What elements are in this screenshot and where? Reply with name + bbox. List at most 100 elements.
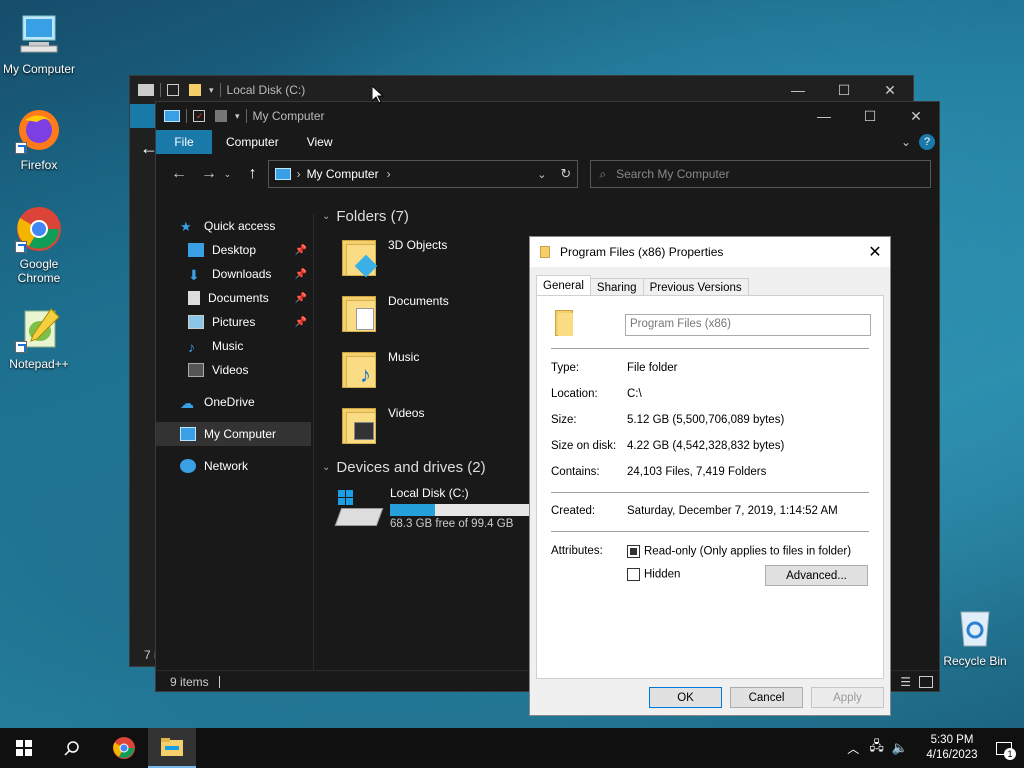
folder-icon[interactable] bbox=[189, 84, 201, 96]
hidden-checkbox[interactable]: Hidden bbox=[627, 568, 680, 581]
pin-icon[interactable]: 📌 bbox=[295, 293, 307, 304]
type-value: File folder bbox=[627, 362, 678, 374]
tab-file[interactable]: File bbox=[156, 130, 212, 154]
title-bar[interactable]: ▾ Local Disk (C:) — ☐ ✕ bbox=[130, 76, 913, 104]
details-view-icon[interactable]: ☰ bbox=[900, 675, 911, 689]
drive-usage-bar bbox=[390, 504, 534, 516]
start-button[interactable] bbox=[0, 728, 48, 768]
cloud-icon: ☁ bbox=[180, 395, 194, 411]
folder-item[interactable]: 3D Objects bbox=[340, 238, 447, 278]
search-icon: ⌕ bbox=[599, 166, 607, 181]
nav-quick-access[interactable]: ★ Quick access bbox=[156, 214, 313, 238]
chevron-down-icon[interactable]: ▾ bbox=[209, 85, 214, 96]
forward-arrow-icon[interactable]: → bbox=[194, 165, 224, 183]
new-folder-icon[interactable] bbox=[215, 110, 227, 122]
tab-computer[interactable]: Computer bbox=[212, 130, 293, 154]
nav-downloads[interactable]: ⬇ Downloads 📌 bbox=[156, 262, 313, 286]
nav-music[interactable]: ♪ Music bbox=[156, 334, 313, 358]
tab-view[interactable]: View bbox=[293, 130, 347, 154]
nav-network[interactable]: Network bbox=[156, 454, 313, 478]
desktop-icon-label: Google Chrome bbox=[17, 257, 61, 285]
pin-icon[interactable]: 📌 bbox=[295, 245, 307, 256]
clock[interactable]: 5:30 PM 4/16/2023 bbox=[920, 733, 984, 763]
mouse-cursor-icon bbox=[371, 84, 385, 107]
chrome-icon bbox=[113, 737, 135, 759]
breadcrumb-my-computer[interactable]: My Computer bbox=[307, 167, 379, 181]
chevron-down-icon: ⌄ bbox=[322, 211, 331, 222]
large-icons-view-icon[interactable] bbox=[919, 675, 933, 688]
nav-pictures[interactable]: Pictures 📌 bbox=[156, 310, 313, 334]
computer-icon bbox=[274, 168, 291, 180]
action-center-button[interactable]: 1 bbox=[984, 728, 1024, 768]
address-dropdown-icon[interactable]: ⌄ bbox=[537, 168, 546, 181]
computer-icon bbox=[15, 10, 63, 58]
desktop-icon-firefox[interactable]: Firefox bbox=[1, 106, 77, 172]
devices-header[interactable]: ⌄ Devices and drives (2) bbox=[322, 459, 486, 476]
pin-icon[interactable]: 📌 bbox=[295, 317, 307, 328]
chevron-down-icon: ⌄ bbox=[322, 462, 331, 473]
search-placeholder: Search My Computer bbox=[616, 167, 730, 181]
search-button[interactable] bbox=[48, 728, 96, 768]
contains-value: 24,103 Files, 7,419 Folders bbox=[627, 466, 767, 478]
apply-button[interactable]: Apply bbox=[811, 687, 884, 708]
folder-name-field[interactable]: Program Files (x86) bbox=[625, 314, 871, 336]
back-arrow-icon[interactable]: ← bbox=[164, 165, 194, 183]
minimize-button[interactable]: — bbox=[775, 76, 821, 104]
minimize-button[interactable]: — bbox=[801, 102, 847, 130]
folders-header[interactable]: ⌄ Folders (7) bbox=[322, 208, 409, 225]
recent-locations-icon[interactable]: ⌄ bbox=[224, 169, 238, 180]
taskbar-chrome-button[interactable] bbox=[100, 728, 148, 768]
desktop-icon-my-computer[interactable]: My Computer bbox=[1, 10, 77, 76]
dialog-title-bar[interactable]: Program Files (x86) Properties ✕ bbox=[530, 237, 890, 267]
volume-icon[interactable]: 🔈 bbox=[892, 740, 908, 756]
close-button[interactable]: ✕ bbox=[860, 242, 890, 262]
search-input[interactable]: ⌕ Search My Computer bbox=[590, 160, 931, 188]
readonly-checkbox[interactable]: Read-only (Only applies to files in fold… bbox=[627, 545, 851, 558]
close-button[interactable]: ✕ bbox=[893, 102, 939, 130]
address-row: ← → ⌄ ↑ › My Computer › ⌄ ↻ ⌕ Search My … bbox=[156, 154, 939, 194]
maximize-button[interactable]: ☐ bbox=[821, 76, 867, 104]
refresh-icon[interactable]: ↻ bbox=[560, 166, 571, 182]
taskbar: ︿ 🖧 🔈 5:30 PM 4/16/2023 1 bbox=[0, 728, 1024, 768]
drive-usage-fill bbox=[390, 504, 435, 516]
nav-my-computer[interactable]: My Computer bbox=[156, 422, 311, 446]
properties-icon[interactable] bbox=[167, 84, 179, 96]
nav-documents[interactable]: Documents 📌 bbox=[156, 286, 313, 310]
ribbon-expand-icon[interactable]: ⌄ bbox=[901, 135, 911, 149]
size-on-disk-value: 4.22 GB (4,542,328,832 bytes) bbox=[627, 440, 785, 452]
nav-onedrive[interactable]: ☁ OneDrive bbox=[156, 390, 313, 414]
chevron-up-icon[interactable]: ︿ bbox=[847, 740, 859, 757]
maximize-button[interactable]: ☐ bbox=[847, 102, 893, 130]
ok-button[interactable]: OK bbox=[649, 687, 722, 708]
folder-item[interactable]: ♪ Music bbox=[340, 350, 419, 390]
up-arrow-icon[interactable]: ↑ bbox=[238, 165, 268, 183]
documents-folder-icon bbox=[340, 294, 380, 334]
document-icon bbox=[188, 291, 200, 305]
network-icon[interactable]: 🖧 bbox=[869, 737, 884, 759]
close-button[interactable]: ✕ bbox=[867, 76, 913, 104]
ribbon-tabs: File Computer View ⌄ ? bbox=[156, 130, 939, 154]
cancel-button[interactable]: Cancel bbox=[730, 687, 803, 708]
taskbar-file-explorer-button[interactable] bbox=[148, 728, 196, 768]
desktop-icon-chrome[interactable]: Google Chrome bbox=[1, 205, 77, 285]
nav-desktop[interactable]: Desktop 📌 bbox=[156, 238, 313, 262]
properties-icon[interactable]: ✓ bbox=[193, 110, 205, 122]
folder-item[interactable]: Documents bbox=[340, 294, 449, 334]
desktop-icon-notepadpp[interactable]: Notepad++ bbox=[1, 305, 77, 371]
folder-icon bbox=[555, 310, 575, 336]
desktop-icon-recycle-bin[interactable]: Recycle Bin bbox=[937, 602, 1013, 668]
chevron-down-icon[interactable]: ▾ bbox=[235, 111, 240, 122]
properties-dialog[interactable]: Program Files (x86) Properties ✕ General… bbox=[529, 236, 891, 716]
breadcrumb-chevron-icon[interactable]: › bbox=[297, 167, 301, 181]
nav-videos[interactable]: Videos bbox=[156, 358, 313, 382]
address-bar[interactable]: › My Computer › ⌄ ↻ bbox=[267, 160, 579, 188]
pin-icon[interactable]: 📌 bbox=[295, 269, 307, 280]
help-icon[interactable]: ? bbox=[919, 134, 935, 150]
tab-general[interactable]: General bbox=[536, 275, 591, 297]
title-bar[interactable]: ✓ ▾ My Computer — ☐ ✕ bbox=[156, 102, 939, 130]
breadcrumb-chevron-icon[interactable]: › bbox=[387, 167, 391, 181]
window-title: Local Disk (C:) bbox=[226, 83, 306, 97]
folder-item[interactable]: Videos bbox=[340, 406, 424, 446]
drive-item[interactable]: Local Disk (C:) 68.3 GB free of 99.4 GB bbox=[334, 486, 534, 530]
advanced-button[interactable]: Advanced... bbox=[765, 565, 868, 586]
